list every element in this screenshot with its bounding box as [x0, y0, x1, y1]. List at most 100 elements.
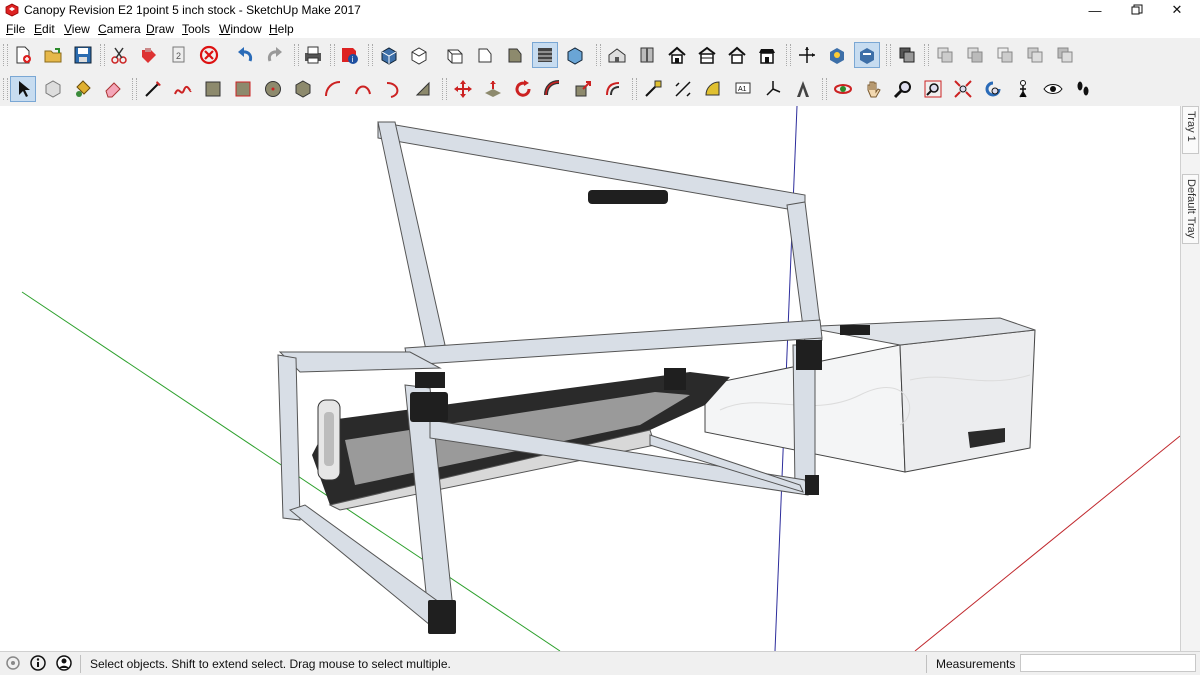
paint-bucket-tool[interactable]	[70, 76, 96, 102]
look-around-tool[interactable]	[1040, 76, 1066, 102]
eraser-tool[interactable]	[100, 76, 126, 102]
tray-1-tab[interactable]: Tray 1	[1182, 106, 1199, 154]
toolbar-grip[interactable]	[442, 78, 447, 100]
paste-button[interactable]	[136, 42, 162, 68]
scale-tool[interactable]	[570, 76, 596, 102]
left-view-button[interactable]	[532, 42, 558, 68]
two-point-arc-tool[interactable]	[350, 76, 376, 102]
close-button[interactable]: ✕	[1154, 0, 1200, 20]
walk-tool[interactable]	[1070, 76, 1096, 102]
user-account-icon[interactable]	[56, 655, 72, 671]
axes-button[interactable]	[794, 42, 820, 68]
circle-tool[interactable]	[260, 76, 286, 102]
back-view-button[interactable]	[502, 42, 528, 68]
minimize-button[interactable]: —	[1072, 0, 1118, 20]
menu-window[interactable]: Window	[219, 22, 262, 36]
solid-split-button[interactable]	[1052, 42, 1078, 68]
toolbar-grip[interactable]	[132, 78, 137, 100]
toolbar-grip[interactable]	[330, 44, 335, 66]
freehand-tool[interactable]	[170, 76, 196, 102]
menu-edit[interactable]: Edit	[34, 22, 55, 36]
right-view-button[interactable]	[472, 42, 498, 68]
house-styles-button[interactable]	[694, 42, 720, 68]
solid-trim-button[interactable]	[1022, 42, 1048, 68]
new-file-button[interactable]	[10, 42, 36, 68]
menu-help[interactable]: Help	[269, 22, 294, 36]
select-tool[interactable]	[10, 76, 36, 102]
default-tray-tab[interactable]: Default Tray	[1182, 174, 1199, 244]
toolbar-grip[interactable]	[596, 44, 601, 66]
house-button[interactable]	[664, 42, 690, 68]
menu-camera[interactable]: Camera	[98, 22, 141, 36]
model-info-button[interactable]: i	[336, 42, 362, 68]
toolbar-grip[interactable]	[368, 44, 373, 66]
measurements-input[interactable]	[1020, 654, 1196, 672]
protractor-tool[interactable]	[700, 76, 726, 102]
3d-text-tool[interactable]	[790, 76, 816, 102]
toolbar-grip[interactable]	[632, 78, 637, 100]
print-button[interactable]	[300, 42, 326, 68]
solid-subtract-button[interactable]	[962, 42, 988, 68]
previous-view-tool[interactable]	[980, 76, 1006, 102]
rotate-tool[interactable]	[510, 76, 536, 102]
model-canvas[interactable]	[0, 106, 1180, 651]
redo-button[interactable]	[262, 42, 288, 68]
components-button[interactable]	[894, 42, 920, 68]
menu-tools[interactable]: Tools	[182, 22, 210, 36]
toolbar-grip[interactable]	[822, 78, 827, 100]
cut-button[interactable]	[106, 42, 132, 68]
make-component-tool[interactable]	[40, 76, 66, 102]
undo-button[interactable]	[232, 42, 258, 68]
section-display-button[interactable]	[854, 42, 880, 68]
warehouse-button[interactable]	[604, 42, 630, 68]
bottom-view-button[interactable]	[562, 42, 588, 68]
toolbar-grip[interactable]	[3, 78, 8, 100]
text-tool[interactable]: A1	[730, 76, 756, 102]
polygon-tool[interactable]	[290, 76, 316, 102]
extension-warehouse-button[interactable]	[634, 42, 660, 68]
house-outline-button[interactable]	[724, 42, 750, 68]
house-roof-button[interactable]	[754, 42, 780, 68]
credits-icon[interactable]	[30, 655, 46, 671]
open-file-button[interactable]	[40, 42, 66, 68]
rectangle-tool[interactable]	[200, 76, 226, 102]
tape-measure-tool[interactable]	[640, 76, 666, 102]
axes-tool[interactable]	[760, 76, 786, 102]
three-point-arc-tool[interactable]	[380, 76, 406, 102]
toolbar-grip[interactable]	[924, 44, 929, 66]
offset-tool[interactable]	[600, 76, 626, 102]
solid-intersect-button[interactable]	[992, 42, 1018, 68]
menu-file[interactable]: File	[6, 22, 25, 36]
geolocation-icon[interactable]	[5, 655, 21, 671]
toolbar-grip[interactable]	[100, 44, 105, 66]
follow-me-tool[interactable]	[540, 76, 566, 102]
rotated-rectangle-tool[interactable]	[230, 76, 256, 102]
toolbar-grip[interactable]	[3, 44, 8, 66]
menu-draw[interactable]: Draw	[146, 22, 174, 36]
solid-union-button[interactable]	[932, 42, 958, 68]
pie-tool[interactable]	[410, 76, 436, 102]
zoom-tool[interactable]	[890, 76, 916, 102]
zoom-extents-tool[interactable]	[950, 76, 976, 102]
section-plane-button[interactable]	[824, 42, 850, 68]
copy-button[interactable]: 2	[166, 42, 192, 68]
line-tool[interactable]	[140, 76, 166, 102]
orbit-tool[interactable]	[830, 76, 856, 102]
delete-button[interactable]	[196, 42, 222, 68]
iso-view-button[interactable]	[376, 42, 402, 68]
zoom-window-tool[interactable]	[920, 76, 946, 102]
top-view-button[interactable]	[406, 42, 432, 68]
push-pull-tool[interactable]	[480, 76, 506, 102]
dimension-tool[interactable]	[670, 76, 696, 102]
save-button[interactable]	[70, 42, 96, 68]
model-viewport[interactable]	[0, 106, 1180, 651]
move-tool[interactable]	[450, 76, 476, 102]
position-camera-tool[interactable]	[1010, 76, 1036, 102]
menu-view[interactable]: View	[64, 22, 90, 36]
pan-tool[interactable]	[860, 76, 886, 102]
toolbar-grip[interactable]	[294, 44, 299, 66]
toolbar-grip[interactable]	[786, 44, 791, 66]
toolbar-grip[interactable]	[886, 44, 891, 66]
arc-tool[interactable]	[320, 76, 346, 102]
front-view-button[interactable]	[442, 42, 468, 68]
